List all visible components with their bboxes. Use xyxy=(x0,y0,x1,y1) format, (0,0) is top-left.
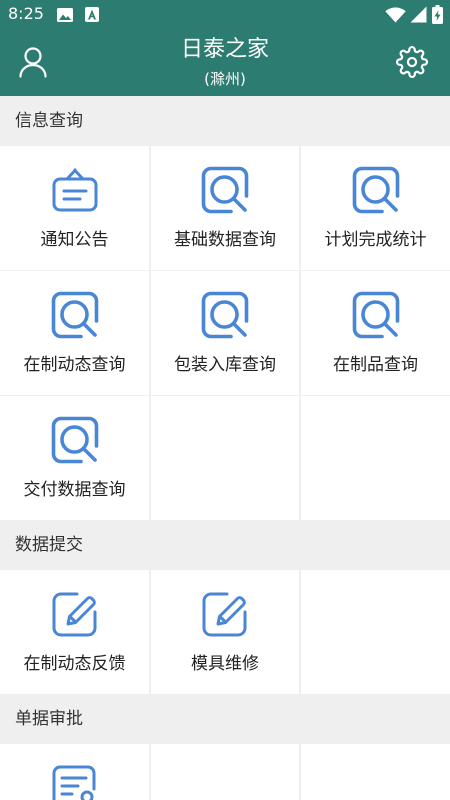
menu-item-plan-completion-stats[interactable]: 计划完成统计 xyxy=(301,146,450,270)
search-icon xyxy=(200,290,250,340)
menu-item-label: 通知公告 xyxy=(40,230,109,250)
signal-icon xyxy=(410,6,427,23)
menu-item-label: 交付数据查询 xyxy=(23,480,126,500)
menu-item-label: 计划完成统计 xyxy=(324,230,427,250)
menu-item-wip-query[interactable]: 在制品查询 xyxy=(301,271,450,395)
section-title-document-approval: 单据审批 xyxy=(0,694,450,744)
grid-cell-empty xyxy=(301,744,450,800)
grid-cell-empty xyxy=(151,396,299,520)
data-submit-grid: 在制动态反馈 模具维修 xyxy=(0,570,450,694)
search-icon xyxy=(50,290,100,340)
menu-item-wip-status-query[interactable]: 在制动态查询 xyxy=(0,271,149,395)
settings-button[interactable] xyxy=(395,45,429,79)
top-bar: 8:25 日泰之家 (滁州) xyxy=(0,0,450,96)
menu-item-label: 在制动态反馈 xyxy=(23,654,126,674)
section-title-info-query: 信息查询 xyxy=(0,96,450,146)
search-icon xyxy=(200,165,250,215)
document-approval-icon xyxy=(50,763,100,800)
page-title: 日泰之家 xyxy=(180,37,269,62)
grid-cell-empty xyxy=(301,396,450,520)
gear-icon xyxy=(395,45,429,79)
menu-item-label: 模具维修 xyxy=(191,654,259,674)
notice-board-icon xyxy=(50,165,100,215)
grid-cell-empty xyxy=(301,570,450,694)
menu-item-wip-status-feedback[interactable]: 在制动态反馈 xyxy=(0,570,149,694)
menu-item-label: 在制品查询 xyxy=(333,355,418,375)
menu-item-basic-data-query[interactable]: 基础数据查询 xyxy=(151,146,299,270)
menu-item-approval-document[interactable] xyxy=(0,744,149,800)
status-bar: 8:25 xyxy=(0,0,450,28)
edit-icon xyxy=(50,589,100,639)
a-badge-icon xyxy=(85,7,99,22)
user-icon xyxy=(19,47,47,78)
menu-item-delivery-data-query[interactable]: 交付数据查询 xyxy=(0,396,149,520)
edit-icon xyxy=(200,589,250,639)
menu-item-label: 包装入库查询 xyxy=(174,355,276,375)
page-subtitle: (滁州) xyxy=(204,70,246,88)
menu-item-label: 在制动态查询 xyxy=(23,355,126,375)
battery-charging-icon xyxy=(432,5,443,24)
search-icon xyxy=(351,165,401,215)
menu-item-mold-repair[interactable]: 模具维修 xyxy=(151,570,299,694)
menu-item-label: 基础数据查询 xyxy=(174,230,276,250)
wifi-icon xyxy=(385,7,406,23)
home-menu: 信息查询 通知公告 基础数据查询 计划完成统计 在制动态查询 包装入库查询 在制… xyxy=(0,96,450,800)
user-button[interactable] xyxy=(16,45,50,79)
document-approval-grid xyxy=(0,744,450,800)
info-query-grid: 通知公告 基础数据查询 计划完成统计 在制动态查询 包装入库查询 在制品查询 交… xyxy=(0,146,450,520)
search-icon xyxy=(50,415,100,465)
status-time: 8:25 xyxy=(8,4,44,23)
image-icon xyxy=(57,8,73,22)
menu-item-notice[interactable]: 通知公告 xyxy=(0,146,149,270)
search-icon xyxy=(351,290,401,340)
menu-item-packaging-inbound-query[interactable]: 包装入库查询 xyxy=(151,271,299,395)
section-title-data-submit: 数据提交 xyxy=(0,520,450,570)
grid-cell-empty xyxy=(151,744,299,800)
